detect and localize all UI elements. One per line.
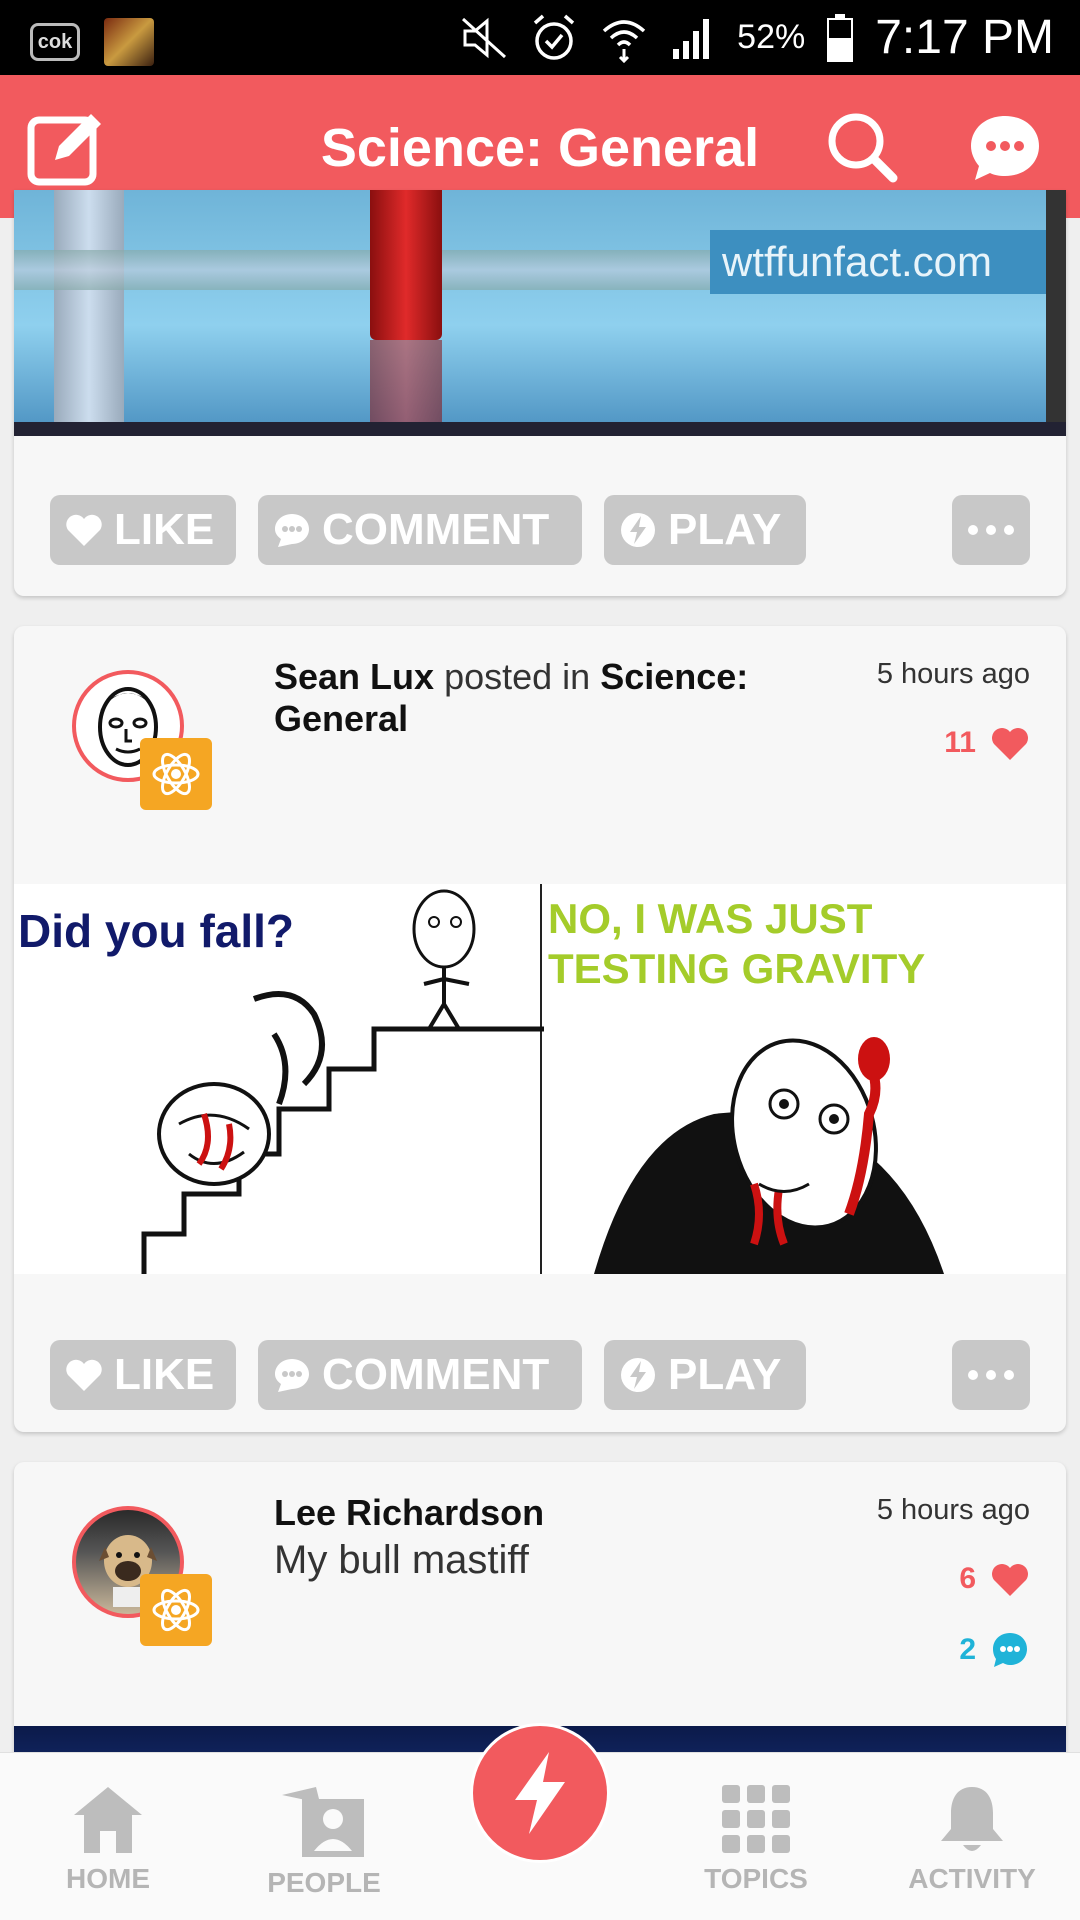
nav-topics[interactable]: TOPICS	[666, 1783, 846, 1895]
heart-icon	[66, 1359, 102, 1391]
post-card: wtffunfact.com LIKE COMMENT PLAY	[14, 190, 1066, 596]
like-count-value: 6	[959, 1562, 976, 1595]
bottom-nav: HOME PEOPLE TOPICS ACTIVITY	[0, 1723, 1080, 1920]
nav-home-label: HOME	[66, 1863, 150, 1894]
like-button[interactable]: LIKE	[50, 495, 236, 565]
comment-bubble-icon	[993, 1633, 1027, 1667]
mute-icon	[462, 17, 507, 58]
heart-icon	[66, 514, 102, 546]
signal-icon	[673, 18, 710, 59]
comment-button[interactable]: COMMENT	[258, 495, 582, 565]
more-dot	[986, 525, 996, 535]
image-detail	[54, 190, 124, 436]
author-name[interactable]: Lee Richardson	[274, 1492, 544, 1533]
like-button[interactable]: LIKE	[50, 1340, 236, 1410]
more-dot	[1004, 525, 1014, 535]
game-app-icon	[104, 18, 154, 66]
posted-in-text: posted in	[444, 656, 591, 697]
alarm-icon	[534, 14, 575, 60]
nav-home[interactable]: HOME	[18, 1783, 198, 1895]
soda-can	[370, 190, 442, 340]
lightning-icon	[621, 1358, 655, 1392]
lightning-icon	[621, 513, 655, 547]
post-header: Sean Lux posted in Science: General	[274, 656, 834, 740]
search-button[interactable]	[818, 103, 908, 193]
bell-icon	[941, 1787, 1003, 1851]
nav-topics-label: TOPICS	[704, 1863, 808, 1894]
like-label: LIKE	[114, 1350, 215, 1399]
home-icon	[74, 1787, 142, 1853]
heart-icon	[992, 728, 1028, 760]
battery-icon	[827, 13, 854, 62]
image-detail	[1046, 190, 1066, 436]
post-time: 5 hours ago	[876, 1494, 1030, 1526]
image-detail	[14, 422, 1066, 436]
topic-badge	[140, 1574, 212, 1646]
chat-button[interactable]	[960, 103, 1050, 193]
image-detail	[370, 340, 442, 430]
image-watermark: wtffunfact.com	[710, 230, 1066, 294]
meme-drawing	[141, 889, 944, 1274]
comment-icon	[275, 1359, 309, 1392]
atom-icon	[152, 1588, 200, 1632]
nav-people-label: PEOPLE	[267, 1867, 381, 1898]
comment-button[interactable]: COMMENT	[258, 1340, 582, 1410]
action-bar: LIKE COMMENT PLAY	[50, 1340, 1030, 1410]
more-dot	[1004, 1370, 1014, 1380]
wifi-icon	[603, 19, 646, 63]
status-bar: cok 52% 7:17 PM	[0, 0, 1080, 75]
play-button[interactable]: PLAY	[604, 1340, 806, 1410]
comment-label: COMMENT	[322, 505, 550, 554]
nav-activity[interactable]: ACTIVITY	[882, 1783, 1062, 1895]
post-image[interactable]: wtffunfact.com	[14, 190, 1066, 436]
app-screen: cok 52% 7:17 PM Science: General wtffunf…	[0, 0, 1080, 1920]
more-dot	[986, 1370, 996, 1380]
play-label: PLAY	[668, 505, 782, 554]
comment-count-value: 2	[959, 1633, 976, 1666]
comment-count[interactable]: 2	[959, 1630, 1030, 1670]
play-label: PLAY	[668, 1350, 782, 1399]
action-bar: LIKE COMMENT PLAY	[50, 495, 1030, 565]
lightning-icon	[515, 1752, 565, 1834]
author-avatar[interactable]	[72, 1506, 212, 1646]
more-dot	[968, 525, 978, 535]
post-image[interactable]: Did you fall? NO, I WAS JUST TESTING GRA…	[14, 884, 1066, 1274]
author-avatar[interactable]	[72, 670, 212, 810]
post-body: My bull mastiff	[274, 1538, 529, 1582]
play-fab	[473, 1726, 607, 1860]
cok-app-icon: cok	[30, 23, 80, 61]
like-count[interactable]: 6	[959, 1560, 1030, 1598]
search-icon	[828, 113, 898, 183]
post-time: 5 hours ago	[876, 658, 1030, 690]
like-count[interactable]: 11	[944, 724, 1030, 762]
atom-icon	[152, 752, 200, 796]
topic-badge	[140, 738, 212, 810]
clock: 7:17 PM	[875, 11, 1054, 64]
like-count-value: 11	[944, 726, 976, 759]
more-button[interactable]	[952, 1340, 1030, 1410]
comment-icon	[275, 514, 309, 547]
heart-icon	[992, 1564, 1028, 1596]
nav-play-button[interactable]	[470, 1723, 610, 1863]
chat-bubble-icon	[971, 116, 1039, 180]
play-button[interactable]: PLAY	[604, 495, 806, 565]
battery-percent: 52%	[737, 18, 806, 56]
more-button[interactable]	[952, 495, 1030, 565]
post-card: Sean Lux posted in Science: General 5 ho…	[14, 626, 1066, 1432]
post-header: Lee Richardson	[274, 1492, 834, 1534]
author-name[interactable]: Sean Lux	[274, 656, 434, 697]
nav-activity-label: ACTIVITY	[908, 1863, 1036, 1894]
comment-label: COMMENT	[322, 1350, 550, 1399]
like-label: LIKE	[114, 505, 215, 554]
grid-icon	[722, 1785, 790, 1853]
more-dot	[968, 1370, 978, 1380]
page-title: Science: General	[320, 118, 760, 178]
people-icon	[282, 1787, 364, 1857]
nav-people[interactable]: PEOPLE	[234, 1783, 414, 1899]
